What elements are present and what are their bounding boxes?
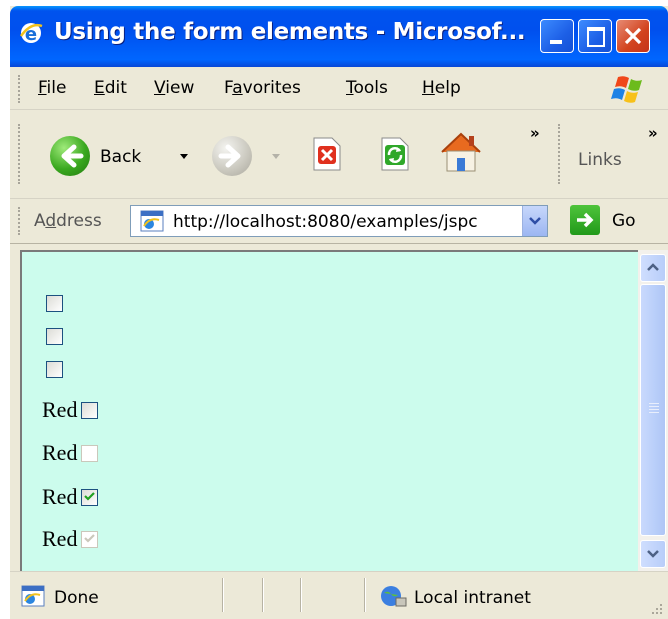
title-bar[interactable]: e Using the form elements - Microsof... <box>10 6 668 67</box>
status-bar: Done Local intranet <box>10 571 668 619</box>
status-separator <box>222 578 224 612</box>
toolbar-grip[interactable] <box>18 124 23 184</box>
status-text: Done <box>54 588 99 608</box>
chevron-down-icon <box>647 550 659 558</box>
menu-tools[interactable]: Tools <box>346 78 388 98</box>
back-dropdown-icon[interactable] <box>180 154 188 159</box>
home-icon[interactable] <box>438 130 484 174</box>
checkbox[interactable] <box>46 294 63 312</box>
close-icon <box>624 27 642 45</box>
stop-icon[interactable] <box>306 134 346 174</box>
checkbox-row-red: Red <box>42 438 99 468</box>
page-done-icon <box>21 585 45 607</box>
ie-logo-icon: e <box>19 23 43 45</box>
standard-toolbar: Back » Links » <box>10 110 668 199</box>
checkbox-row-red: Red <box>42 395 99 425</box>
scroll-up-button[interactable] <box>640 254 666 282</box>
go-button[interactable] <box>570 205 600 235</box>
window-title: Using the form elements - Microsof... <box>54 19 526 45</box>
menu-bar: File Edit View Favorites Tools Help <box>10 67 668 110</box>
checkbox[interactable] <box>46 327 63 345</box>
links-overflow-chevron[interactable]: » <box>648 124 658 142</box>
vertical-scrollbar[interactable] <box>638 250 668 571</box>
forward-dropdown-icon[interactable] <box>272 154 280 159</box>
address-bar: Address http://localhost:8080/examples/j… <box>10 199 668 244</box>
checkbox-label: Red <box>42 484 78 509</box>
status-separator <box>300 578 302 612</box>
security-zone-label: Local intranet <box>414 588 531 608</box>
checkbox-row-red: Red <box>42 524 99 554</box>
links-label[interactable]: Links <box>578 150 622 170</box>
links-grip[interactable] <box>558 124 563 184</box>
refresh-icon[interactable] <box>374 134 414 174</box>
ie-window: e Using the form elements - Microsof... … <box>10 6 668 619</box>
menu-edit[interactable]: Edit <box>94 78 127 98</box>
status-separator <box>262 578 264 612</box>
checkbox-red-disabled <box>81 444 99 462</box>
maximize-button[interactable] <box>578 19 612 53</box>
go-arrow-icon <box>577 212 594 228</box>
close-button[interactable] <box>616 19 650 53</box>
back-label: Back <box>100 147 142 167</box>
address-url: http://localhost:8080/examples/jspc <box>173 212 478 232</box>
address-label: Address <box>34 211 102 231</box>
back-arrow-icon <box>50 136 90 176</box>
resize-grip-icon[interactable] <box>646 598 664 616</box>
scroll-thumb[interactable] <box>640 284 666 536</box>
address-input[interactable]: http://localhost:8080/examples/jspc <box>130 205 548 237</box>
checkbox-row <box>42 321 63 351</box>
menu-view[interactable]: View <box>154 78 194 98</box>
checkbox-red-checked[interactable] <box>81 488 99 506</box>
checkbox-red-unchecked[interactable] <box>81 401 99 419</box>
toolbar-overflow-chevron[interactable]: » <box>530 124 540 142</box>
checkbox-label: Red <box>42 397 78 422</box>
checkbox-row-red: Red <box>42 482 99 512</box>
checkbox-row <box>42 354 63 384</box>
scroll-down-button[interactable] <box>640 540 666 568</box>
menu-help[interactable]: Help <box>422 78 461 98</box>
address-dropdown-button[interactable] <box>522 206 547 236</box>
checkbox-label: Red <box>42 526 78 551</box>
address-grip[interactable] <box>18 207 23 235</box>
checkbox-row <box>42 288 63 318</box>
page-content: Red Red Red Red <box>20 250 638 571</box>
menu-file[interactable]: File <box>38 78 66 98</box>
windows-logo-icon <box>611 76 642 103</box>
page-icon <box>140 210 164 232</box>
checkbox[interactable] <box>46 360 63 378</box>
minimize-button[interactable] <box>540 19 574 53</box>
checkbox-label: Red <box>42 440 78 465</box>
go-label[interactable]: Go <box>612 211 636 231</box>
checkmark-icon <box>84 491 96 501</box>
intranet-globe-icon <box>381 586 407 607</box>
menu-grip[interactable] <box>18 75 23 103</box>
menu-favorites[interactable]: Favorites <box>224 78 301 98</box>
status-separator <box>364 578 366 612</box>
chevron-up-icon <box>647 263 659 271</box>
checkmark-icon <box>84 533 96 543</box>
chevron-down-icon <box>529 217 541 225</box>
forward-arrow-icon <box>212 136 252 176</box>
checkbox-red-checked-disabled <box>81 530 99 548</box>
